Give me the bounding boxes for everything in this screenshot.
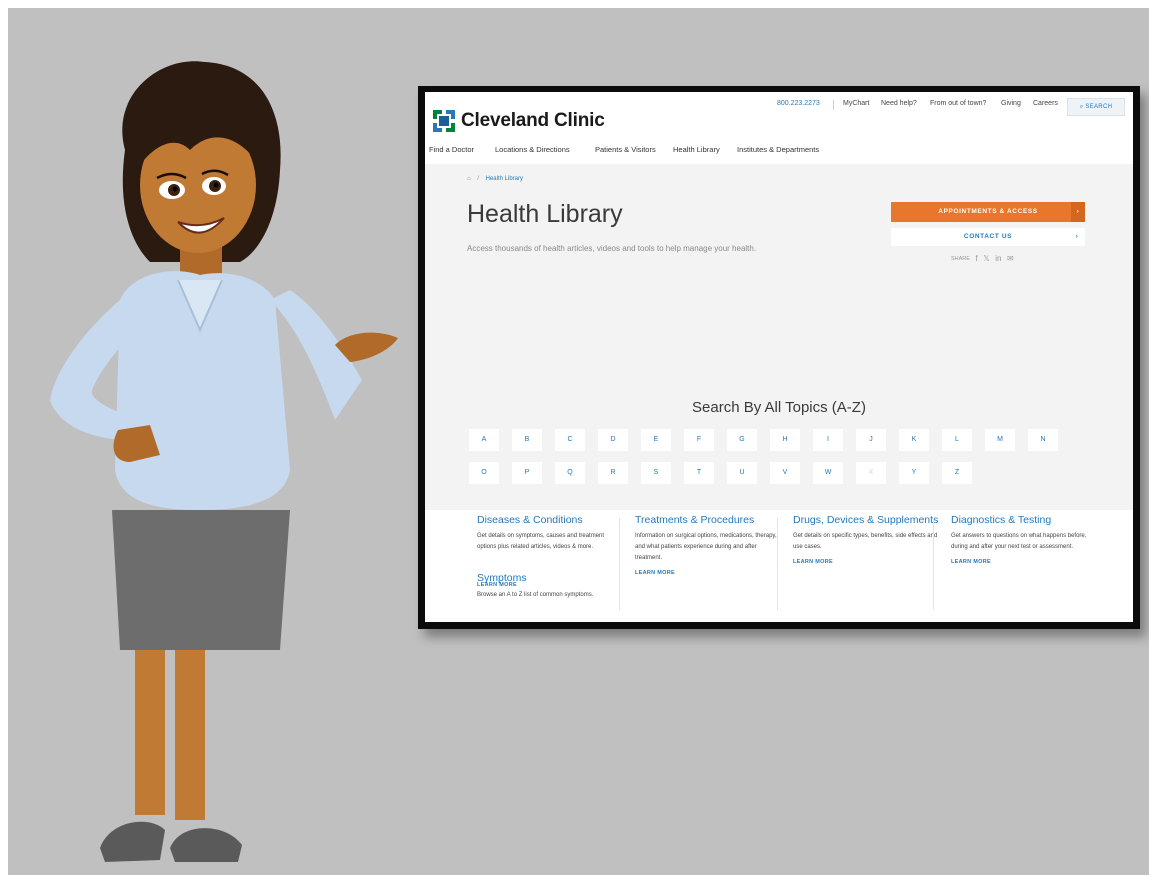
az-letter-n[interactable]: N — [1028, 429, 1058, 451]
az-letter-g[interactable]: G — [727, 429, 757, 451]
az-letter-y[interactable]: Y — [899, 462, 929, 484]
category-title[interactable]: Drugs, Devices & Supplements — [793, 514, 941, 527]
contact-label: CONTACT US — [963, 233, 1013, 240]
learn-more-link[interactable]: LEARN MORE — [635, 570, 783, 576]
nav-locations[interactable]: Locations & Directions — [495, 145, 570, 154]
nav-institutes[interactable]: Institutes & Departments — [737, 145, 819, 154]
linkedin-icon[interactable]: in — [995, 254, 1001, 263]
util-link-mychart[interactable]: MyChart — [843, 100, 869, 107]
category-title[interactable]: Treatments & Procedures — [635, 514, 783, 527]
divider — [933, 518, 934, 610]
az-letter-c[interactable]: C — [555, 429, 585, 451]
phone-link[interactable]: 800.223.2273 — [777, 100, 820, 107]
chevron-right-icon: › — [1075, 233, 1079, 240]
share-row: SHARE f 𝕏 in ✉ — [951, 254, 1014, 266]
az-letter-q[interactable]: Q — [555, 462, 585, 484]
category-description: Get details on symptoms, causes and trea… — [477, 533, 605, 550]
util-link-out-of-town[interactable]: From out of town? — [930, 100, 986, 107]
az-letter-e[interactable]: E — [641, 429, 671, 451]
az-letter-m[interactable]: M — [985, 429, 1015, 451]
divider — [777, 518, 778, 610]
az-letter-i[interactable]: I — [813, 429, 843, 451]
nav-find-a-doctor[interactable]: Find a Doctor — [429, 145, 474, 154]
az-letter-h[interactable]: H — [770, 429, 800, 451]
breadcrumb-separator: / — [477, 176, 479, 182]
symptoms-description: Browse an A to Z list of common symptoms… — [477, 592, 594, 598]
breadcrumb-current[interactable]: Health Library — [486, 176, 523, 182]
search-icon: ⌕ — [1079, 104, 1084, 110]
az-letter-s[interactable]: S — [641, 462, 671, 484]
az-letter-l[interactable]: L — [942, 429, 972, 451]
utility-nav: 800.223.2273 MyChart Need help? From out… — [425, 100, 1125, 116]
chevron-right-icon: › — [1071, 202, 1085, 222]
az-letter-k[interactable]: K — [899, 429, 929, 451]
category-title[interactable]: Diagnostics & Testing — [951, 514, 1099, 527]
website-screenshot: Cleveland Clinic 800.223.2273 MyChart Ne… — [425, 92, 1133, 622]
search-label: SEARCH — [1085, 104, 1113, 110]
learn-more-link[interactable]: LEARN MORE — [793, 559, 941, 565]
az-letter-v[interactable]: V — [770, 462, 800, 484]
az-letter-p[interactable]: P — [512, 462, 542, 484]
nav-health-library[interactable]: Health Library — [673, 145, 720, 154]
az-letter-b[interactable]: B — [512, 429, 542, 451]
home-icon[interactable]: ⌂ — [467, 176, 471, 182]
category-title[interactable]: Diseases & Conditions — [477, 514, 625, 527]
facebook-icon[interactable]: f — [975, 254, 977, 263]
category-description: Get answers to questions on what happens… — [951, 533, 1087, 550]
share-label: SHARE — [951, 255, 970, 262]
category-description: Get details on specific types, benefits,… — [793, 533, 938, 550]
az-letter-x: X — [856, 462, 886, 484]
az-letter-t[interactable]: T — [684, 462, 714, 484]
category-section: Diseases & Conditions Get details on sym… — [425, 510, 1133, 622]
az-letter-o[interactable]: O — [469, 462, 499, 484]
contact-us-button[interactable]: CONTACT US › — [891, 228, 1085, 246]
divider — [833, 100, 834, 110]
search-button[interactable]: ⌕ SEARCH — [1067, 98, 1125, 116]
az-letter-j[interactable]: J — [856, 429, 886, 451]
appointments-access-button[interactable]: APPOINTMENTS & ACCESS › — [891, 202, 1085, 222]
nav-patients-visitors[interactable]: Patients & Visitors — [595, 145, 656, 154]
breadcrumb: ⌂ / Health Library — [467, 176, 523, 182]
util-link-giving[interactable]: Giving — [1001, 100, 1021, 107]
az-letter-u[interactable]: U — [727, 462, 757, 484]
util-link-careers[interactable]: Careers — [1033, 100, 1058, 107]
az-letter-w[interactable]: W — [813, 462, 843, 484]
divider — [619, 518, 620, 610]
site-header: Cleveland Clinic 800.223.2273 MyChart Ne… — [425, 92, 1133, 165]
az-letter-grid: ABCDEFGHIJKLMN OPQRSTUVWXYZ — [469, 429, 1069, 489]
category-drugs-devices: Drugs, Devices & Supplements Get details… — [793, 514, 941, 565]
category-diagnostics-testing: Diagnostics & Testing Get answers to que… — [951, 514, 1099, 565]
page-title: Health Library — [467, 200, 623, 228]
az-letter-d[interactable]: D — [598, 429, 628, 451]
page-subtitle: Access thousands of health articles, vid… — [467, 244, 757, 253]
az-letter-f[interactable]: F — [684, 429, 714, 451]
category-description: Information on surgical options, medicat… — [635, 533, 777, 561]
category-treatments-procedures: Treatments & Procedures Information on s… — [635, 514, 783, 576]
az-letter-a[interactable]: A — [469, 429, 499, 451]
appointments-label: APPOINTMENTS & ACCESS — [938, 208, 1038, 215]
learn-more-link[interactable]: LEARN MORE — [951, 559, 1099, 565]
util-link-need-help[interactable]: Need help? — [881, 100, 917, 107]
email-icon[interactable]: ✉ — [1007, 254, 1014, 263]
category-diseases-conditions: Diseases & Conditions Get details on sym… — [477, 514, 625, 553]
symptoms-learn-more-link[interactable]: LEARN MORE — [477, 582, 517, 588]
hero-section: ⌂ / Health Library Health Library Access… — [425, 164, 1133, 540]
az-heading: Search By All Topics (A-Z) — [692, 399, 866, 416]
twitter-icon[interactable]: 𝕏 — [983, 254, 989, 263]
az-letter-z[interactable]: Z — [942, 462, 972, 484]
az-letter-r[interactable]: R — [598, 462, 628, 484]
